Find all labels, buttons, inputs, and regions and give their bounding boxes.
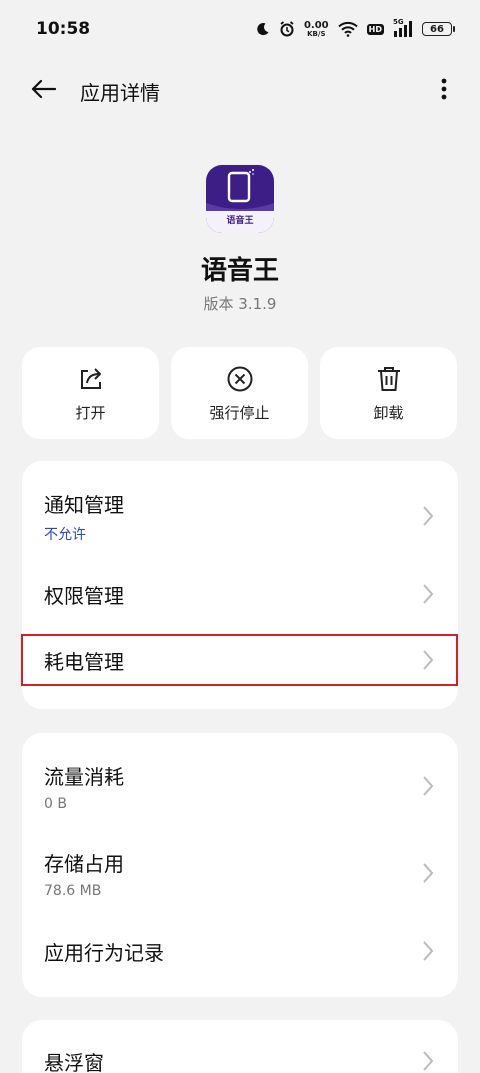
signal-icon: 5G	[393, 18, 413, 37]
settings-card-2: 流量消耗 0 B 存储占用 78.6 MB 应用行为记录	[22, 733, 458, 997]
notification-management-row[interactable]: 通知管理 不允许	[22, 479, 458, 553]
settings-card-1: 通知管理 不允许 权限管理 耗电管理	[21, 461, 458, 709]
net-speed: 0.00 KB/S	[303, 19, 329, 38]
chevron-right-icon	[422, 775, 436, 797]
battery-level: 66	[430, 23, 444, 35]
force-stop-button[interactable]: 强行停止	[171, 347, 308, 439]
chevron-right-icon	[422, 583, 436, 605]
net-speed-unit: KB/S	[307, 29, 326, 38]
net-speed-value: 0.00	[303, 19, 329, 31]
back-button[interactable]	[28, 76, 58, 106]
permission-management-row[interactable]: 权限管理	[22, 569, 458, 619]
row-title: 耗电管理	[44, 649, 124, 674]
status-time: 10:58	[36, 19, 91, 39]
more-vertical-icon	[441, 78, 447, 104]
status-bar: 10:58 0.00 KB/S HD 5G 66	[0, 0, 480, 58]
data-usage-row[interactable]: 流量消耗 0 B	[22, 749, 458, 823]
open-label: 打开	[75, 403, 106, 422]
app-icon-label: 语音王	[226, 216, 254, 226]
status-icons: 0.00 KB/S HD 5G 66	[256, 18, 455, 38]
app-bar: 应用详情	[0, 62, 480, 120]
force-stop-label: 强行停止	[209, 403, 270, 422]
uninstall-button[interactable]: 卸载	[320, 347, 457, 439]
chevron-right-icon	[422, 1050, 436, 1072]
moon-icon	[256, 22, 270, 36]
alarm-icon	[279, 21, 295, 37]
row-title: 应用行为记录	[44, 940, 164, 965]
wifi-icon	[337, 21, 358, 37]
trash-icon	[376, 364, 402, 394]
chevron-right-icon	[422, 649, 436, 671]
uninstall-label: 卸载	[373, 403, 404, 422]
open-button[interactable]: 打开	[22, 347, 159, 439]
row-subtitle: 78.6 MB	[44, 882, 102, 899]
storage-usage-row[interactable]: 存储占用 78.6 MB	[22, 836, 458, 910]
battery-icon: 66	[422, 22, 455, 36]
phone-icon	[206, 169, 274, 215]
app-behavior-log-row[interactable]: 应用行为记录	[22, 926, 458, 976]
row-title: 权限管理	[44, 583, 124, 608]
arrow-left-icon	[30, 79, 57, 103]
chevron-right-icon	[422, 862, 436, 884]
chevron-right-icon	[422, 505, 436, 527]
page-title: 应用详情	[80, 80, 160, 105]
row-title: 存储占用	[44, 851, 124, 876]
floating-window-row[interactable]: 悬浮窗	[22, 1036, 458, 1073]
network-type: 5G	[393, 18, 404, 26]
app-name: 语音王	[200, 256, 279, 286]
more-options-button[interactable]	[432, 76, 456, 106]
action-row: 打开 强行停止 卸载	[22, 347, 458, 439]
app-version: 版本 3.1.9	[203, 295, 277, 313]
hd-badge: HD	[366, 23, 384, 35]
row-title: 通知管理	[44, 492, 124, 517]
row-title: 流量消耗	[44, 764, 124, 789]
row-subtitle: 0 B	[44, 795, 67, 812]
open-external-icon	[78, 364, 104, 394]
row-subtitle: 不允许	[44, 526, 86, 543]
force-stop-icon	[226, 364, 254, 394]
settings-card-3: 悬浮窗	[22, 1020, 458, 1073]
row-title: 悬浮窗	[44, 1050, 104, 1073]
power-management-row[interactable]: 耗电管理	[21, 634, 458, 686]
app-icon: 语音王	[206, 165, 274, 233]
app-icon-label-strip: 语音王	[206, 211, 274, 233]
chevron-right-icon	[422, 940, 436, 962]
